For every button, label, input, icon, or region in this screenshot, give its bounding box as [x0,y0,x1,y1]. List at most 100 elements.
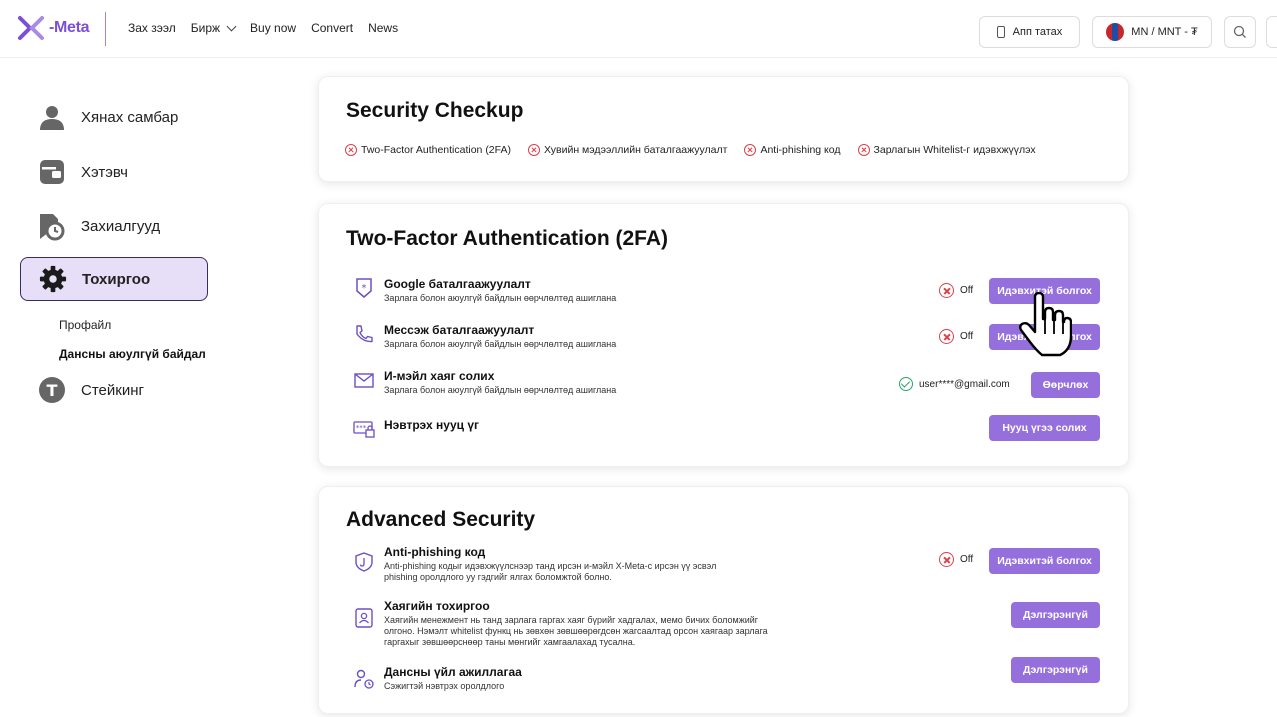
account-activity-details-button[interactable]: Дэлгэрэнгүй [1011,657,1100,683]
staking-coin-icon: T [38,376,66,404]
login-password-row: *** Нэвтрэх нууц үг Нууц үгээ солих [346,415,1100,448]
row-title: Мессэж баталгаажуулалт [384,323,535,337]
x-circle-icon [345,144,357,156]
checkup-list: Two-Factor Authentication (2FA) Хувийн м… [345,144,1036,156]
sidebar-item-dashboard[interactable]: Хянах самбар [20,95,208,139]
search-button[interactable] [1224,16,1256,48]
x-circle-icon [939,329,954,344]
checkup-item-label: Two-Factor Authentication (2FA) [361,144,511,156]
language-currency-button[interactable]: MN / MNT - ₮ [1092,16,1212,48]
nav-news[interactable]: News [368,21,398,35]
header-divider [105,12,106,46]
row-title: Google баталгаажуулалт [384,277,531,291]
row-description: Сэжигтэй нэвтрэх оролдлого [384,681,505,691]
sidebar: Хянах самбар Хэтэвч Захиалгууд Тохиргоо … [0,58,300,717]
top-header: -Meta Зах зээл Бирж Buy now Convert News… [0,0,1277,58]
download-app-label: Апп татах [1012,26,1063,38]
sidebar-item-wallet[interactable]: Хэтэвч [20,150,208,194]
advanced-security-card: Advanced Security Anti-phishing код Anti… [318,486,1129,714]
address-details-button[interactable]: Дэлгэрэнгүй [1011,602,1100,628]
enable-google-auth-button[interactable]: Идэвхитэй болгох [989,278,1100,304]
row-title: Anti-phishing код [384,545,486,559]
authenticator-shield-icon: * [356,278,372,298]
x-circle-icon [744,144,757,156]
checkup-item[interactable]: Two-Factor Authentication (2FA) [345,144,511,156]
svg-text:***: *** [356,424,367,432]
orders-clock-icon [38,212,66,241]
row-description-line: олгоно. Нэмэлт whitelist функц нь зөвхөн… [384,626,768,636]
x-circle-icon [939,552,954,567]
status-text: Off [960,331,974,342]
advanced-security-title: Advanced Security [346,508,536,531]
svg-text:T: T [47,381,58,400]
row-description: Зарлага болон аюулгүй байдлын өөрчлөлтөд… [384,339,617,349]
sidebar-item-label: Тохиргоо [82,270,151,288]
sidebar-item-orders[interactable]: Захиалгууд [20,204,208,248]
row-description: Зарлага болон аюулгүй байдлын өөрчлөлтөд… [384,385,617,395]
status-text: Off [960,285,974,296]
checkup-item[interactable]: Зарлагын Whitelist-г идэвхжүүлэх [857,144,1036,156]
x-logo-icon [18,16,44,40]
nav-buy-now[interactable]: Buy now [250,21,296,35]
row-description: Зарлага болон аюулгүй байдлын өөрчлөлтөд… [384,293,617,303]
header-extra-button[interactable] [1266,16,1277,48]
row-title: Дансны үйл ажиллагаа [384,665,522,679]
change-password-button[interactable]: Нууц үгээ солих [989,415,1100,441]
two-factor-title: Two-Factor Authentication (2FA) [346,227,668,250]
address-book-icon [355,608,373,628]
nav-exchange-label: Бирж [190,21,221,35]
security-checkup-card: Security Checkup Two-Factor Authenticati… [318,76,1129,182]
sidebar-sub-profile[interactable]: Профайл [59,318,111,332]
sidebar-item-label: Хянах самбар [81,108,179,126]
change-email-button[interactable]: Өөрчлөх [1031,372,1100,398]
row-title: Хаягийн тохиргоо [384,599,490,613]
checkup-item-label: Хувийн мэдээллийн баталгаажуулалт [543,144,728,156]
status-off: Off [939,283,973,298]
checkup-item[interactable]: Anti-phishing код [744,144,841,156]
sidebar-item-settings[interactable]: Тохиргоо [20,257,208,301]
google-auth-row: * Google баталгаажуулалт Зарлага болон а… [346,277,1100,307]
phone-call-icon [356,325,373,343]
security-checkup-title: Security Checkup [346,99,524,122]
status-off: Off [939,552,973,567]
sidebar-sub-account-security[interactable]: Дансны аюулгүй байдал [59,347,206,361]
phone-icon [996,26,1005,38]
gear-icon [39,265,67,293]
download-app-button[interactable]: Апп татах [979,16,1080,48]
status-text: Off [960,554,974,565]
sidebar-item-label: Стейкинг [81,381,144,399]
anti-phishing-shield-icon [355,552,373,572]
nav-exchange[interactable]: Бирж [190,21,237,35]
checkup-item[interactable]: Хувийн мэдээллийн баталгаажуулалт [527,144,728,156]
logo[interactable]: -Meta [17,15,90,41]
row-title: Нэвтрэх нууц үг [384,418,480,432]
logo-text: -Meta [49,19,90,36]
two-factor-card: Two-Factor Authentication (2FA) * Google… [318,203,1129,467]
masked-email: user****@gmail.com [919,378,1010,390]
main-nav: Зах зээл Бирж Buy now Convert News [128,21,398,35]
row-description-line: Anti-phishing кодыг идэвхжүүлснээр танд … [384,561,717,571]
user-icon [38,103,66,131]
checkup-item-label: Anti-phishing код [760,144,841,156]
nav-convert[interactable]: Convert [311,21,353,35]
enable-sms-auth-button[interactable]: Идэвхитэй болгох [989,324,1100,350]
anti-phishing-row: Anti-phishing код Anti-phishing кодыг ид… [346,545,1100,587]
sms-auth-row: Мессэж баталгаажуулалт Зарлага болон аюу… [346,323,1100,353]
sidebar-item-label: Хэтэвч [81,163,128,181]
status-off: Off [939,329,973,344]
language-currency-label: MN / MNT - ₮ [1131,26,1198,38]
search-icon [1233,25,1246,38]
password-lock-icon: *** [353,421,375,438]
address-settings-row: Хаягийн тохиргоо Хаягийн менежмент нь та… [346,599,1100,651]
email-change-row: И-мэйл хаяг солих Зарлага болон аюулгүй … [346,369,1100,399]
enable-anti-phishing-button[interactable]: Идэвхитэй болгох [989,548,1100,574]
sidebar-item-label: Захиалгууд [81,217,161,235]
row-description-line: Хаягийн менежмент нь танд зарлага гаргах… [384,615,759,625]
sidebar-item-staking[interactable]: T Стейкинг [20,368,208,412]
row-description-line: гаргахыг зөвшөөрснөөр таны мөнгийг хамга… [384,637,636,647]
nav-market[interactable]: Зах зээл [128,21,176,35]
wallet-icon [38,158,66,186]
row-description: Anti-phishing кодыг идэвхжүүлснээр танд … [384,561,716,583]
x-circle-icon [939,283,954,298]
x-circle-icon [857,144,870,156]
